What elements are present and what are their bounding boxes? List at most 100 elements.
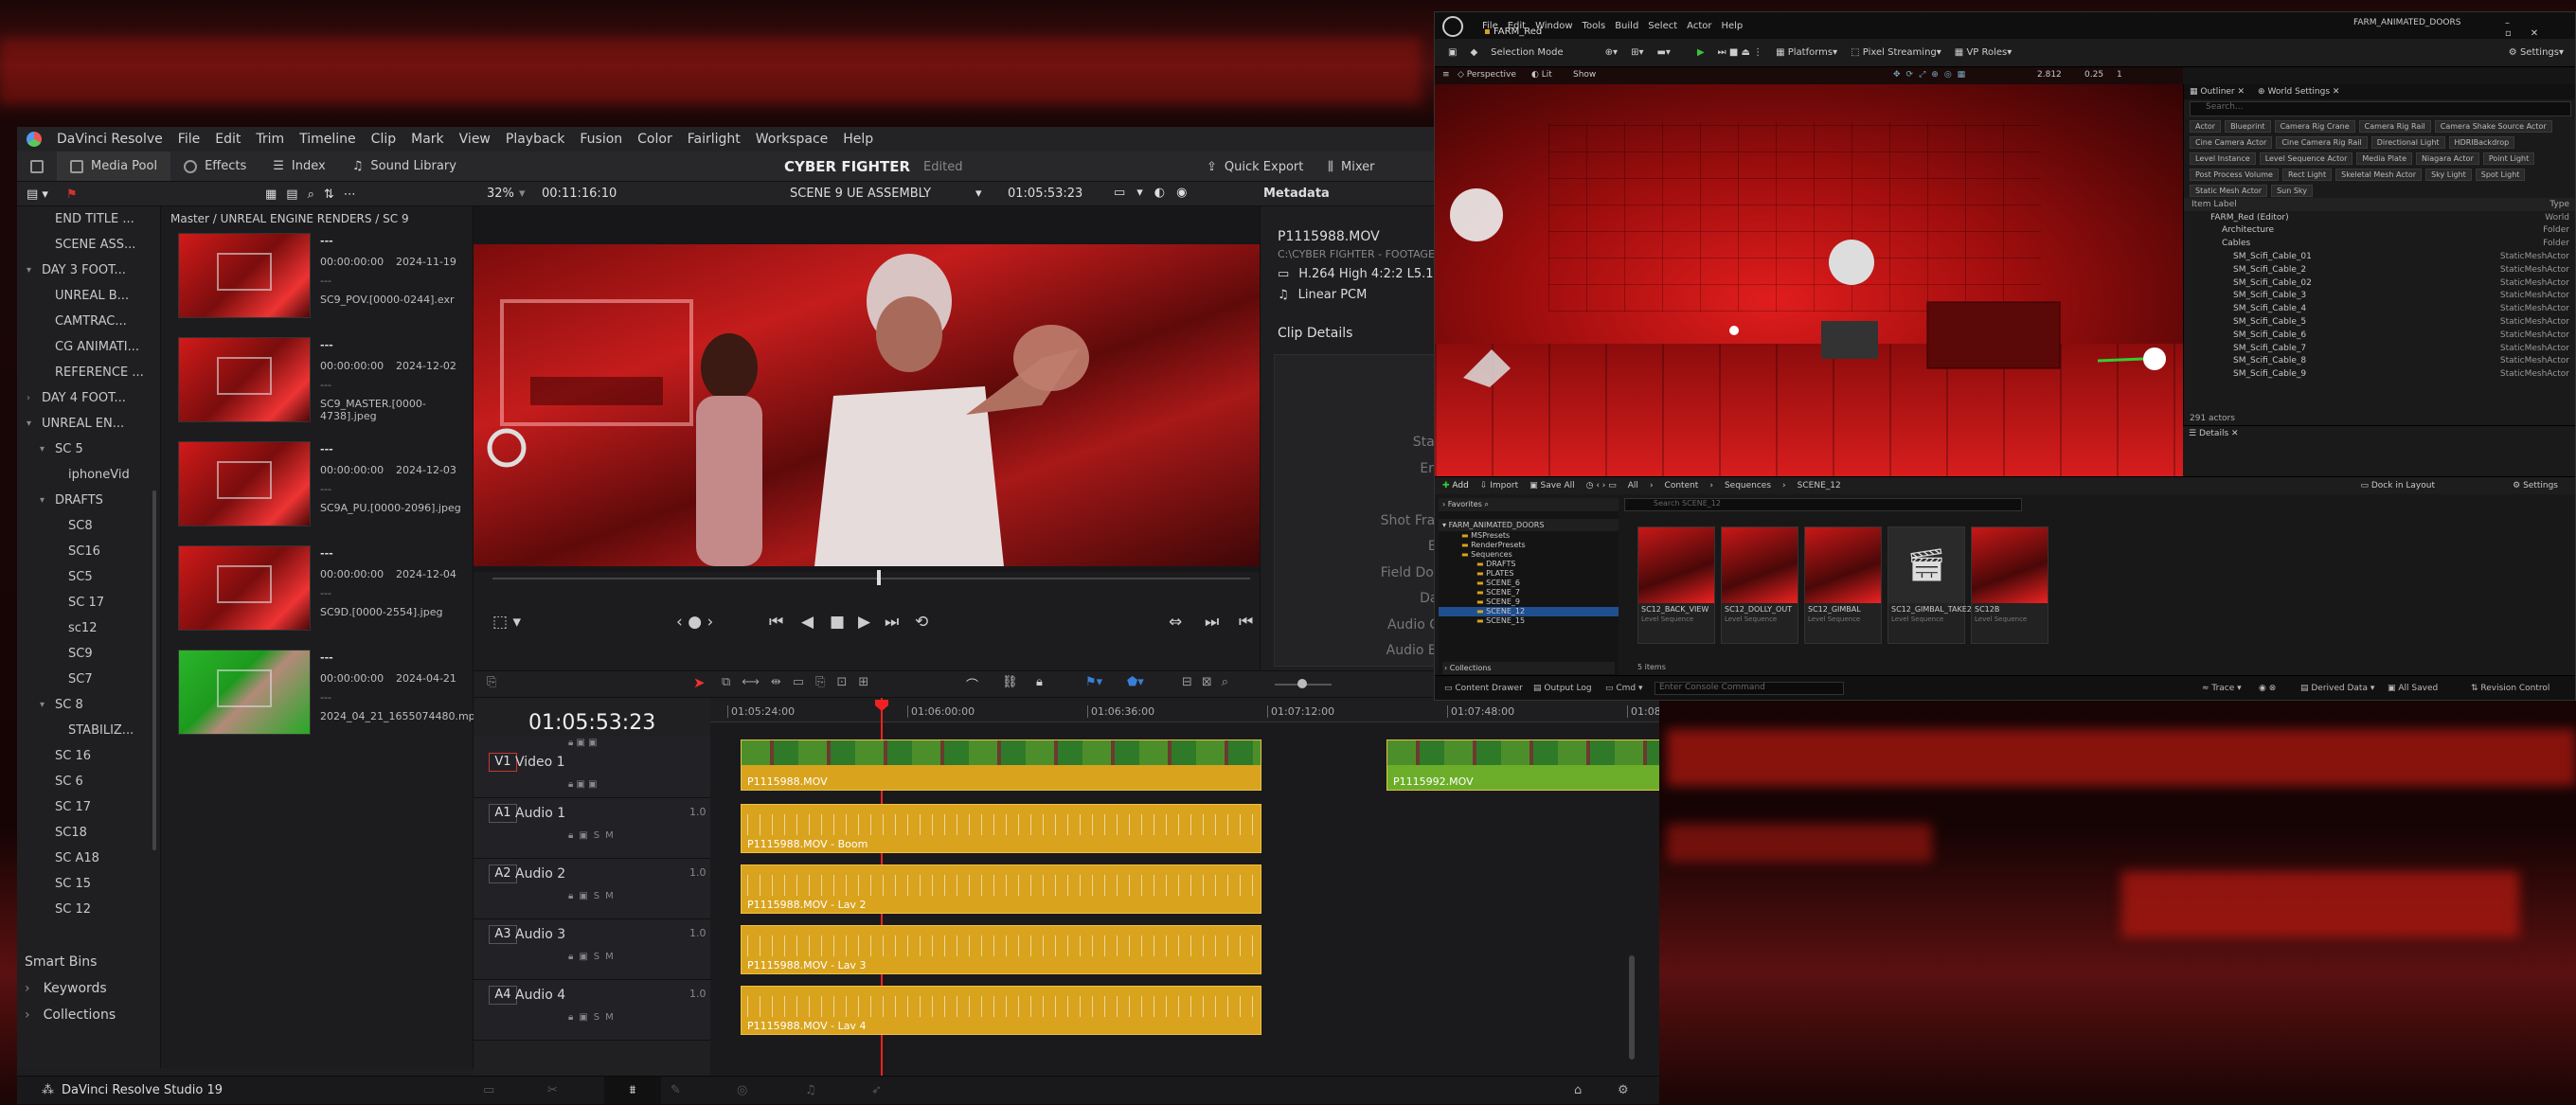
- content-settings-button[interactable]: ⚙ Settings: [2513, 481, 2558, 490]
- viewport-menu-icon[interactable]: ≡: [1442, 70, 1450, 80]
- video-clip[interactable]: P1115988.MOV: [741, 740, 1261, 791]
- bin-item[interactable]: SC 6: [17, 769, 160, 794]
- outliner-row[interactable]: Cables Folder: [2184, 237, 2575, 250]
- page-fusion-icon[interactable]: ✎: [671, 1083, 681, 1097]
- level-viewport[interactable]: [1435, 84, 2183, 476]
- outliner-row[interactable]: SM_Scifi_Cable_4 StaticMeshActor: [2184, 302, 2575, 315]
- flag-icon[interactable]: ⚑: [66, 187, 78, 202]
- prev-edit-icon[interactable]: ⏮: [1239, 613, 1253, 632]
- gear-icon[interactable]: ⚙: [1618, 1083, 1629, 1097]
- outliner-filter-tag[interactable]: HDRIBackdrop: [2448, 136, 2515, 149]
- audio-clip[interactable]: P1115988.MOV - Lav 2: [741, 864, 1261, 914]
- show-button[interactable]: Show: [1573, 70, 1596, 80]
- bin-item[interactable]: SC18: [17, 820, 160, 846]
- cinematics-icon[interactable]: ▬▾: [1656, 47, 1670, 58]
- track-lock-icons[interactable]: 🔒︎ ▣ ▣: [568, 738, 598, 748]
- sel-mode-icon[interactable]: ◆: [1470, 47, 1477, 58]
- world-settings-tab[interactable]: ⊕ World Settings ✕: [2258, 87, 2339, 97]
- lock-icon[interactable]: 🔒︎: [1036, 675, 1043, 689]
- asset-search[interactable]: Search SCENE_12: [1624, 498, 2022, 511]
- clip-thumbnail[interactable]: [178, 650, 311, 735]
- outliner-row[interactable]: SM_Scifi_Cable_02 StaticMeshActor: [2184, 276, 2575, 290]
- media-clip[interactable]: --- 00:00:00:00 2024-12-03 --- SC9A_PU.[0000…: [178, 441, 462, 532]
- bin-item[interactable]: ▾ DAY 3 FOOT...: [17, 258, 160, 283]
- bin-scrollbar[interactable]: [152, 490, 156, 850]
- vp-roles-dropdown[interactable]: ▦ VP Roles▾: [1955, 47, 2012, 58]
- outliner-filter-tag[interactable]: Static Mesh Actor: [2190, 185, 2268, 197]
- derived-data-button[interactable]: ▤ Derived Data ▾: [2300, 684, 2374, 693]
- bin-item[interactable]: SC 17: [17, 794, 160, 820]
- menu-color[interactable]: Color: [637, 132, 672, 147]
- reverse-play-icon[interactable]: ◀: [801, 613, 814, 632]
- menu-file[interactable]: File: [178, 132, 200, 147]
- history-icon[interactable]: ◷ ‹ › ▭: [1586, 481, 1617, 490]
- ue-menu-help[interactable]: Help: [1721, 21, 1743, 31]
- match-frame-icon[interactable]: ⇔: [1169, 613, 1182, 632]
- folder-item[interactable]: ▬ RenderPresets: [1439, 541, 1619, 550]
- mixer-button[interactable]: ⫼ Mixer: [1328, 151, 1374, 182]
- clip-thumbnail[interactable]: [178, 233, 311, 318]
- track-controls-icons[interactable]: 🔒︎▣SM: [568, 830, 619, 841]
- list-view-icon[interactable]: ▤ ▾: [27, 187, 48, 202]
- outliner-filter-tag[interactable]: Sun Sky: [2271, 185, 2313, 197]
- bin-item[interactable]: SC7: [17, 667, 160, 692]
- snap-value[interactable]: 0.25: [2084, 70, 2103, 80]
- stop-icon[interactable]: ■: [830, 613, 845, 632]
- page-edit-icon[interactable]: ⩩: [604, 1076, 661, 1104]
- bin-item[interactable]: END TITLE ...: [17, 206, 160, 232]
- folder-item[interactable]: ▬ SCENE_12: [1439, 607, 1619, 616]
- bin-item[interactable]: REFERENCE ...: [17, 360, 160, 385]
- go-to-start-icon[interactable]: ⏮: [769, 613, 783, 632]
- content-asset[interactable]: SC12_GIMBAL Level Sequence: [1804, 526, 1882, 644]
- menu-fusion[interactable]: Fusion: [580, 132, 622, 147]
- clip-thumbnail[interactable]: [178, 441, 311, 526]
- collections-section[interactable]: › Collections: [1442, 662, 1615, 674]
- save-all-button[interactable]: ▣ Save All: [1530, 481, 1575, 490]
- content-asset[interactable]: SC12_DOLLY_OUT Level Sequence: [1721, 526, 1798, 644]
- page-deliver-icon[interactable]: ➶: [871, 1083, 882, 1097]
- viewer-mode-icons[interactable]: ▭▾◐◉: [1114, 186, 1199, 200]
- outliner-filter-tag[interactable]: Spot Light: [2475, 169, 2526, 181]
- media-clip[interactable]: --- 00:00:00:00 2024-12-02 --- SC9_MASTER.[0…: [178, 337, 462, 428]
- clip-thumbnail[interactable]: [178, 545, 311, 631]
- all-saved-status[interactable]: ▣ All Saved: [2388, 684, 2438, 693]
- menu-fairlight[interactable]: Fairlight: [688, 132, 741, 147]
- edit-tool-icons[interactable]: ⧉⟷⇹▭⎘⊡⊞: [722, 675, 880, 689]
- folder-item[interactable]: ▬ SCENE_6: [1439, 579, 1619, 588]
- outliner-filter-tag[interactable]: Cine Camera Actor: [2190, 136, 2273, 149]
- timeline-vscroll[interactable]: [1629, 955, 1635, 1060]
- content-asset[interactable]: 🎬︎ SC12_GIMBAL_TAKE2 Level Sequence: [1887, 526, 1972, 644]
- outliner-filter-tag[interactable]: Cine Camera Rig Rail: [2276, 136, 2368, 149]
- bin-item[interactable]: SCENE ASS...: [17, 232, 160, 258]
- bin-item[interactable]: ▾ SC 8: [17, 692, 160, 718]
- outliner-filter-tag[interactable]: Niagara Actor: [2415, 152, 2479, 165]
- outliner-row[interactable]: SM_Scifi_Cable_01 StaticMeshActor: [2184, 250, 2575, 263]
- audio-clip[interactable]: P1115988.MOV - Lav 3: [741, 925, 1261, 974]
- track-controls-icons[interactable]: 🔒︎▣SM: [568, 891, 619, 901]
- path-all[interactable]: All: [1628, 481, 1638, 490]
- outliner-row[interactable]: SM_Scifi_Cable_2 StaticMeshActor: [2184, 263, 2575, 276]
- media-clip[interactable]: --- 00:00:00:00 2024-11-19 --- SC9_POV.[0000…: [178, 233, 462, 324]
- outliner-filter-tag[interactable]: Blueprint: [2225, 120, 2271, 133]
- dock-layout-button[interactable]: ▭ Dock in Layout: [2361, 481, 2436, 490]
- page-cut-icon[interactable]: ✂: [547, 1083, 558, 1097]
- menu-view[interactable]: View: [459, 132, 491, 147]
- jog-icon[interactable]: ‹ ● ›: [676, 613, 713, 632]
- outliner-row[interactable]: FARM_Red (Editor) World: [2184, 211, 2575, 224]
- menu-workspace[interactable]: Workspace: [756, 132, 829, 147]
- outliner-filter-tag[interactable]: Point Light: [2482, 152, 2535, 165]
- outliner-filter-tag[interactable]: Rect Light: [2281, 169, 2333, 181]
- trace-button[interactable]: ≈ Trace ▾: [2202, 684, 2242, 693]
- audio-clip[interactable]: P1115988.MOV - Lav 4: [741, 986, 1261, 1035]
- track-id[interactable]: A3: [489, 925, 517, 944]
- bin-item[interactable]: SC9: [17, 641, 160, 667]
- play-icon[interactable]: ▶: [1697, 47, 1705, 58]
- folder-item[interactable]: ▬ SCENE_15: [1439, 616, 1619, 626]
- ue-menu-tools[interactable]: Tools: [1583, 21, 1606, 31]
- media-clip[interactable]: --- 00:00:00:00 2024-12-04 --- SC9D.[0000-25…: [178, 545, 462, 636]
- folder-item[interactable]: ▬ MSPresets: [1439, 531, 1619, 541]
- next-edit-icon[interactable]: ⏭: [1205, 613, 1219, 632]
- outliner-filter-tag[interactable]: Camera Rig Crane: [2274, 120, 2355, 133]
- selection-tool-icon[interactable]: ➤: [693, 674, 706, 691]
- outliner-filter-tag[interactable]: Skeletal Mesh Actor: [2335, 169, 2423, 181]
